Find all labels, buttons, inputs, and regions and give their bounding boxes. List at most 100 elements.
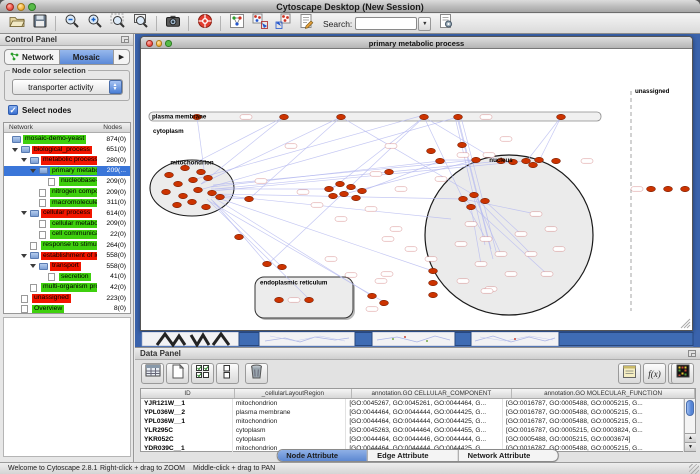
table-scrollbar[interactable]: ▲ ▼ [684,399,695,451]
tab-node-attribute-browser[interactable]: Node Attribute Browser [277,450,368,461]
expander-icon[interactable] [30,169,36,173]
float-panel-icon[interactable] [121,36,129,43]
graph-node[interactable] [454,114,463,119]
graph-node[interactable] [278,264,287,269]
table-row[interactable]: YPL036W__1mitochondrion[GO:0044464, GO:0… [141,417,684,426]
table-cell[interactable]: cytoplasm [233,435,346,444]
graph-node[interactable] [557,114,566,119]
graph-node[interactable] [458,142,467,147]
graph-node[interactable] [470,192,479,197]
scroll-down-button[interactable]: ▼ [685,442,696,451]
graph-node[interactable] [427,148,436,153]
annotation-button[interactable] [294,15,317,33]
graph-node[interactable] [340,191,349,196]
table-row[interactable]: YPL036W__2plasma membrane[GO:0044464, GO… [141,408,684,417]
table-cell[interactable]: [GO:0016787, GO:0005488, GO:0005215, G..… [503,399,684,408]
graph-node[interactable] [481,198,490,203]
tree-row[interactable]: secretion41(0) [4,272,130,283]
unselect-attributes-button[interactable] [216,363,239,384]
graph-node[interactable] [681,186,690,191]
tree-row[interactable]: macromolecule311(0) [4,198,130,209]
column-header[interactable]: ID [141,389,235,398]
table-row[interactable]: YLR295Ccytoplasm[GO:0045263, GO:0044464,… [141,426,684,435]
graph-node[interactable] [459,196,468,201]
graph-node[interactable] [275,297,284,302]
graph-node[interactable] [647,186,656,191]
graph-node[interactable] [216,194,225,199]
network-view-window[interactable]: primary metabolic process plasma membran… [140,36,693,331]
graph-node[interactable] [325,186,334,191]
graph-node[interactable] [235,234,244,239]
graph-node[interactable] [336,181,345,186]
graph-node[interactable] [368,293,377,298]
graph-node[interactable] [664,186,673,191]
save-button[interactable] [28,15,51,33]
table-cell[interactable]: [GO:0045267, GO:0045261, GO:0044464, G..… [346,399,503,408]
column-header[interactable]: annotation.GO MOLECULAR_FUNCTION [512,389,695,398]
graph-node[interactable] [535,157,544,162]
tree-row[interactable]: mosaic-demo-yeast874(0) [4,134,130,145]
function-builder-button[interactable]: f(x) [643,363,666,384]
window-titlebar[interactable]: Cytoscape Desktop (New Session) [0,0,700,13]
graph-node[interactable] [429,292,438,297]
attribute-table-button[interactable] [141,363,164,384]
table-cell[interactable]: mitochondrion [233,417,346,426]
search-input[interactable] [355,17,417,30]
zoom-selected-button[interactable] [106,15,129,33]
graph-node[interactable] [162,189,171,194]
graph-node[interactable] [380,300,389,305]
graph-node[interactable] [385,169,394,174]
tree-row[interactable]: nitrogen compo209(0) [4,187,130,198]
graph-node[interactable] [552,158,561,163]
table-cell[interactable]: mitochondrion [233,399,346,408]
graph-node[interactable] [420,114,429,119]
tab-overflow-button[interactable]: ▶ [114,50,129,64]
expander-icon[interactable] [21,254,27,258]
graph-node[interactable] [165,172,174,177]
tree-column-nodes[interactable]: Nodes [103,124,122,131]
network-window-titlebar[interactable]: primary metabolic process [141,37,692,49]
graph-node[interactable] [179,193,188,198]
layout-paste-button[interactable] [271,15,294,33]
new-attribute-button[interactable] [166,363,189,384]
table-cell[interactable]: [GO:0045263, GO:0044464, GO:0044455, G..… [346,426,503,435]
table-cell[interactable]: [GO:0016787, GO:0005488, GO:0005215, G..… [503,408,684,417]
network-canvas[interactable]: plasma membranecytoplasmmitochondrionnuc… [141,49,692,330]
search-dropdown-button[interactable]: ▼ [418,17,431,31]
graph-node[interactable] [197,169,206,174]
tree-header[interactable]: Network Nodes [4,123,130,133]
tab-edge-attribute-browser[interactable]: Edge Attribute Browser [368,450,459,461]
region-nucleus[interactable] [425,155,593,315]
graph-node[interactable] [263,261,272,266]
table-cell[interactable]: plasma membrane [233,408,346,417]
region-plasma-membrane[interactable] [149,112,601,121]
search-options-button[interactable] [434,15,457,33]
zoom-out-button[interactable] [60,15,83,33]
region-mitochondrion[interactable] [150,160,234,216]
graph-node[interactable] [204,175,213,180]
table-row[interactable]: YJR121W__1mitochondrion[GO:0045267, GO:0… [141,399,684,408]
graph-node[interactable] [436,158,445,163]
tree-row[interactable]: response to stimul264(0) [4,240,130,251]
table-cell[interactable]: YPL036W__2 [141,408,233,417]
expander-icon[interactable] [21,211,27,215]
tree-row[interactable]: cell communicat22(0) [4,229,130,240]
table-cell[interactable]: YDR039C__1 [141,444,233,452]
tree-column-network[interactable]: Network [9,124,33,131]
graph-node[interactable] [358,188,367,193]
graph-node[interactable] [472,157,481,162]
window-resize-grip-icon[interactable] [689,464,699,474]
resize-grip-icon[interactable] [679,317,691,329]
layout-copy-button[interactable] [248,15,271,33]
tree-row[interactable]: cellular metabol209(0) [4,219,130,230]
network-overview-button[interactable] [225,15,248,33]
graph-node[interactable] [305,297,314,302]
tree-row[interactable]: metabolic process280(0) [4,155,130,166]
expander-icon[interactable] [30,264,36,268]
graph-node[interactable] [347,184,356,189]
table-cell[interactable]: [GO:0044464, GO:0044444, GO:0044425, G..… [346,408,503,417]
expander-icon[interactable] [12,148,18,152]
tree-row[interactable]: multi-organism pro42(0) [4,282,130,293]
graph-node[interactable] [467,204,476,209]
graph-node[interactable] [194,187,203,192]
